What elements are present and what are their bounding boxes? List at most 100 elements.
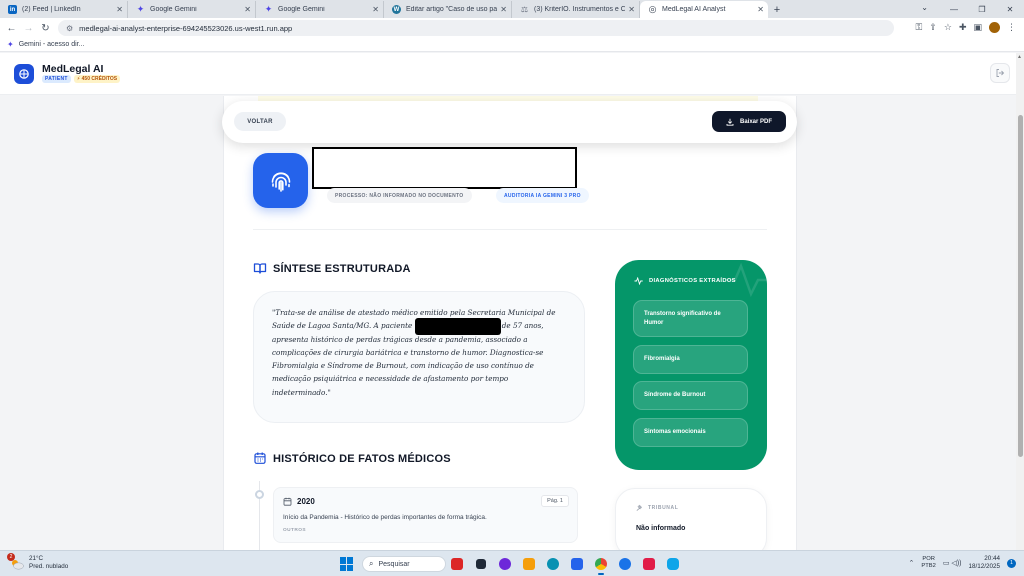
close-window-icon[interactable]: ✕ (996, 0, 1024, 18)
maximize-icon[interactable]: ❐ (968, 0, 996, 18)
share-icon[interactable]: ⇪ (929, 22, 937, 33)
scroll-up-arrow-icon[interactable]: ▲ (1017, 54, 1022, 60)
start-button[interactable] (340, 557, 354, 571)
diagnostics-header: DIAGNÓSTICOS EXTRAÍDOS (634, 277, 736, 285)
language-indicator[interactable]: POR PTB2 (921, 556, 936, 570)
taskbar-search[interactable]: ⌕ Pesquisar (362, 556, 446, 572)
tribunal-label: TRIBUNAL (648, 504, 679, 511)
chevron-up-icon[interactable]: ⌃ (909, 559, 915, 567)
edge-icon[interactable] (544, 555, 562, 573)
calendar-icon (254, 452, 266, 464)
snipping-tool-icon[interactable] (640, 555, 658, 573)
sidepanel-icon[interactable]: ▣ (973, 22, 982, 33)
clock-date: 18/12/2025 (968, 563, 1000, 570)
star-icon[interactable]: ☆ (944, 22, 952, 33)
wordpress-icon: W (392, 5, 401, 14)
url-text: medlegal-ai-analyst-enterprise-694245523… (79, 23, 293, 33)
back-button[interactable]: VOLTAR (234, 112, 286, 131)
audit-chip: AUDITORIA IA GEMINI 3 PRO (496, 188, 589, 203)
notification-badge[interactable]: 1 (1007, 558, 1016, 568)
reload-icon[interactable]: ↻ (37, 23, 54, 34)
diagnosis-item[interactable]: Transtorno significativo de Humor (633, 300, 748, 337)
lang-line: POR (922, 556, 935, 562)
clock-time: 20:44 (984, 555, 1000, 562)
photos-icon[interactable] (664, 555, 682, 573)
clock[interactable]: 20:44 18/12/2025 (968, 555, 1000, 571)
close-icon[interactable]: ✕ (500, 5, 507, 14)
tab-gemini-1[interactable]: ✦ Google Gemini ✕ (128, 1, 256, 18)
diagnosis-item[interactable]: Síndrome de Burnout (633, 381, 748, 410)
key-icon[interactable]: ⚿ (915, 22, 922, 33)
tab-wordpress[interactable]: W Editar artigo "Caso de uso pacien ✕ (384, 1, 512, 18)
gemini-icon: ✦ (136, 4, 145, 14)
gemini-icon: ✦ (7, 40, 14, 49)
back-arrow-icon[interactable]: ← (3, 23, 20, 34)
minimize-icon[interactable]: — (940, 0, 968, 18)
file-explorer-icon[interactable] (520, 555, 538, 573)
credits-badge: ⚡ 450 CRÉDITOS (73, 75, 121, 83)
tab-kriterio[interactable]: ⚖ (3) KriterIO. Instrumentos e Calcu ✕ (512, 1, 640, 18)
logout-icon (996, 69, 1005, 77)
task-view-icon[interactable] (472, 555, 490, 573)
url-field[interactable]: ⚙ medlegal-ai-analyst-enterprise-6942455… (58, 20, 894, 36)
logout-button[interactable] (990, 63, 1010, 83)
chevron-down-icon[interactable]: ⌄ (921, 3, 928, 12)
menu-icon[interactable]: ⋮ (1007, 22, 1016, 33)
tab-medlegal[interactable]: ◎ MedLegal AI Analyst ✕ (640, 1, 768, 18)
diagnostics-title: DIAGNÓSTICOS EXTRAÍDOS (649, 278, 736, 284)
role-badge: PATIENT (42, 75, 71, 83)
forward-arrow-icon[interactable]: → (20, 23, 37, 34)
linkedin-icon: in (8, 5, 17, 14)
credits-text: 450 CRÉDITOS (81, 76, 118, 82)
new-tab-button[interactable]: + (768, 1, 786, 18)
synthesis-line: medicação psiquiátrica e necessidade de … (272, 374, 509, 384)
diagnosis-item[interactable]: Fibromialgia (633, 345, 748, 374)
network-volume-icon[interactable]: ▭ ◁)) (943, 559, 962, 567)
gemini-icon: ✦ (264, 4, 273, 14)
close-icon[interactable]: ✕ (116, 5, 123, 14)
search-icon: ⌕ (369, 559, 374, 568)
bookmark-gemini[interactable]: Gemini - acesso dir... (19, 41, 85, 48)
chrome-icon[interactable] (592, 555, 610, 575)
weather-badge: 2 (7, 553, 15, 561)
download-pdf-label: Baixar PDF (739, 118, 772, 125)
extensions-icon[interactable]: ✚ (959, 22, 967, 33)
tab-title: Google Gemini (150, 6, 197, 13)
chrome-profile-icon[interactable] (616, 555, 634, 573)
tribunal-value: Não informado (636, 525, 686, 532)
fingerprint-icon (253, 153, 308, 208)
section-divider (253, 229, 767, 230)
windows-taskbar: 2 21°C Pred. nublado ⌕ Pesquisar ⌃ POR P… (0, 550, 1024, 576)
widgets-app-icon[interactable] (448, 555, 466, 573)
profile-avatar[interactable] (989, 22, 1000, 33)
event-year: 2020 (297, 497, 315, 506)
close-icon[interactable]: ✕ (372, 5, 379, 14)
tab-linkedin[interactable]: in (2) Feed | LinkedIn ✕ (0, 1, 128, 18)
history-event[interactable]: 2020 Pág. 1 Início da Pandemia - Históri… (273, 487, 578, 543)
close-icon[interactable]: ✕ (244, 5, 251, 14)
chat-app-icon[interactable] (496, 555, 514, 573)
weather-widget[interactable]: 2 21°C Pred. nublado (7, 553, 68, 571)
download-pdf-button[interactable]: Baixar PDF (712, 111, 786, 132)
main-content: VOLTAR Baixar PDF PROCESSO: NÃO INFORMAD… (0, 96, 1016, 550)
gavel-icon (636, 504, 643, 511)
close-icon[interactable]: ✕ (628, 5, 635, 14)
tab-title: Editar artigo "Caso de uso pacien (406, 6, 498, 13)
tab-gemini-2[interactable]: ✦ Google Gemini ✕ (256, 1, 384, 18)
weather-text: 21°C Pred. nublado (29, 555, 68, 571)
store-icon[interactable] (568, 555, 586, 573)
lang-line: PTB2 (921, 563, 936, 569)
redacted-patient-name (312, 147, 577, 189)
page-scrollbar[interactable]: ▲ (1016, 53, 1024, 550)
window-controls: — ❐ ✕ (940, 0, 1024, 18)
search-placeholder: Pesquisar (378, 560, 410, 568)
tab-title: (3) KriterIO. Instrumentos e Calcu (534, 6, 626, 13)
scrollbar-thumb[interactable] (1018, 115, 1023, 457)
site-info-icon[interactable]: ⚙ (66, 24, 73, 33)
history-title: HISTÓRICO DE FATOS MÉDICOS (273, 453, 451, 465)
report-toolbar: VOLTAR Baixar PDF (222, 101, 797, 143)
bookmarks-bar: ✦ Gemini - acesso dir... (0, 38, 1024, 52)
synthesis-line: indeterminado." (272, 387, 331, 397)
close-icon[interactable]: ✕ (757, 5, 764, 14)
diagnosis-item[interactable]: Sintomas emocionais (633, 418, 748, 447)
